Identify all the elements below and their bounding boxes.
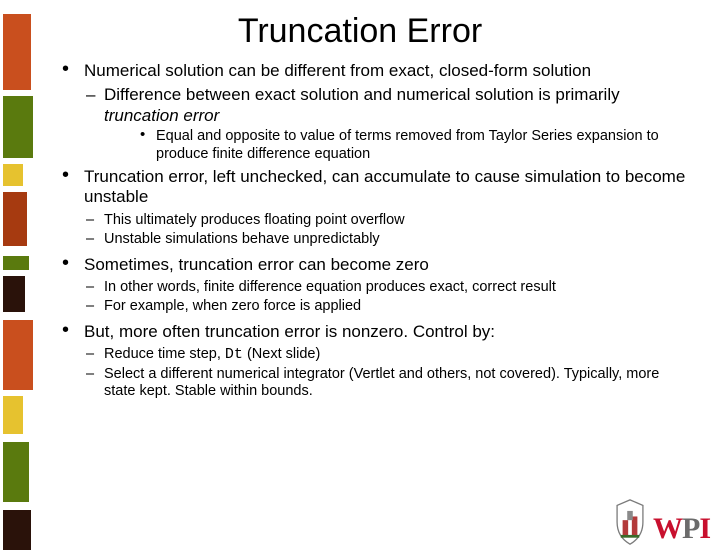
bullet-3-sub-1: In other words, finite difference equati…	[62, 279, 690, 296]
text: Reduce time step,	[104, 346, 225, 362]
wpi-seal-icon	[611, 498, 649, 546]
italic-term: truncation error	[104, 106, 219, 125]
sidebar-block	[3, 192, 27, 246]
delta-t-symbol: Dt	[225, 346, 243, 363]
logo-letter-p: P	[682, 512, 699, 545]
bullet-2-sub-2: Unstable simulations behave unpredictabl…	[62, 231, 690, 248]
sidebar-block	[3, 14, 31, 90]
bullet-3-sub-2: For example, when zero force is applied	[62, 298, 690, 315]
text: Difference between exact solution and nu…	[104, 85, 620, 104]
bullet-2: Truncation error, left unchecked, can ac…	[62, 167, 690, 208]
wpi-wordmark: WPI	[653, 512, 710, 546]
logo-letter-w: W	[653, 512, 682, 545]
slide-body: Numerical solution can be different from…	[62, 61, 690, 401]
text: (Next slide)	[243, 346, 320, 362]
slide-title: Truncation Error	[0, 12, 720, 51]
bullet-1: Numerical solution can be different from…	[62, 61, 690, 81]
sidebar-block	[3, 396, 23, 434]
bullet-4-sub-1: Reduce time step, Dt (Next slide)	[62, 346, 690, 364]
sidebar-block	[3, 510, 31, 550]
bullet-4-sub-2: Select a different numerical integrator …	[62, 366, 690, 401]
sidebar-block	[3, 320, 33, 390]
sidebar-block	[3, 442, 29, 502]
sidebar-block	[3, 256, 29, 270]
bullet-2-sub-1: This ultimately produces floating point …	[62, 212, 690, 229]
bullet-3: Sometimes, truncation error can become z…	[62, 255, 690, 275]
sidebar-block	[3, 96, 33, 158]
bullet-1-sub-1-sub-1: Equal and opposite to value of terms rem…	[62, 128, 690, 163]
sidebar-block	[3, 276, 25, 312]
sidebar-block	[3, 164, 23, 186]
bullet-4: But, more often truncation error is nonz…	[62, 322, 690, 342]
decorative-sidebar	[0, 12, 38, 552]
wpi-logo: WPI	[611, 498, 710, 546]
bullet-1-sub-1: Difference between exact solution and nu…	[62, 85, 690, 126]
logo-letter-i: I	[699, 512, 710, 545]
